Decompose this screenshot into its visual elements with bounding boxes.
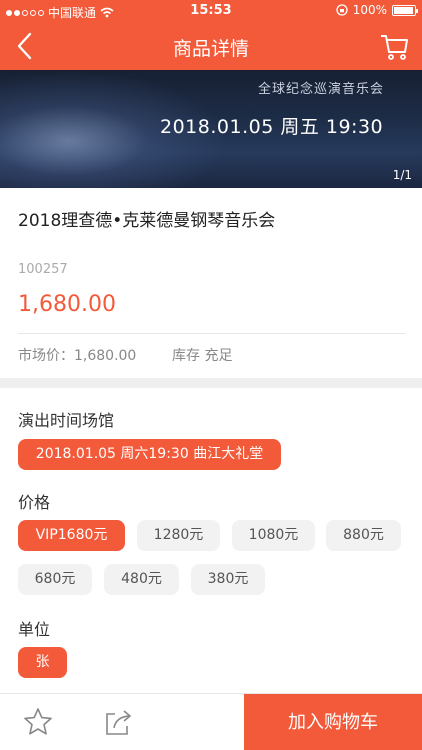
product-price: 1,680.00 <box>18 292 116 317</box>
bottom-bar: 加入购物车 <box>0 693 422 750</box>
venue-label: 演出时间场馆 <box>18 411 115 430</box>
page-title: 商品详情 <box>172 38 249 60</box>
unit-label: 单位 <box>18 620 51 639</box>
price-option-380[interactable]: 380元 <box>191 564 265 595</box>
price-option-vip1680[interactable]: VIP1680元 <box>18 520 125 551</box>
venue-option[interactable]: 2018.01.05 周六19:30 曲江大礼堂 <box>18 439 281 470</box>
price-option-1080[interactable]: 1080元 <box>232 520 315 551</box>
status-right: 100% <box>336 3 418 17</box>
nav-bar: 商品详情 <box>0 22 422 70</box>
unit-option[interactable]: 张 <box>18 647 67 678</box>
share-button[interactable] <box>102 706 134 738</box>
banner-subtitle: 全球纪念巡演音乐会 <box>258 82 385 97</box>
price-label: 价格 <box>18 493 51 512</box>
banner-date: 2018.01.05 周五 19:30 <box>160 116 384 138</box>
price-option-480[interactable]: 480元 <box>104 564 179 595</box>
status-bar: 中国联通 15:53 100% <box>0 0 422 22</box>
share-icon <box>106 710 131 735</box>
banner-counter: 1/1 <box>392 168 412 182</box>
orientation-lock-icon <box>336 4 348 16</box>
battery-percent: 100% <box>352 3 387 17</box>
stock-status: 库存 充足 <box>172 348 233 364</box>
product-sku: 100257 <box>18 262 68 277</box>
cart-icon <box>381 35 408 60</box>
battery-icon <box>392 4 418 16</box>
price-option-680[interactable]: 680元 <box>18 564 92 595</box>
market-price: 市场价：1,680.00 <box>18 348 137 364</box>
divider <box>18 333 405 334</box>
product-title: 2018理查德•克莱德曼钢琴音乐会 <box>18 211 276 231</box>
favorite-button[interactable] <box>22 706 54 738</box>
price-option-880[interactable]: 880元 <box>326 520 401 551</box>
section-divider <box>0 378 422 388</box>
product-banner[interactable]: 全球纪念巡演音乐会 2018.01.05 周五 19:30 1/1 <box>0 70 422 188</box>
price-option-1280[interactable]: 1280元 <box>137 520 220 551</box>
add-to-cart-button[interactable]: 加入购物车 <box>244 694 422 750</box>
star-icon <box>24 708 52 735</box>
cart-button[interactable] <box>376 28 412 64</box>
